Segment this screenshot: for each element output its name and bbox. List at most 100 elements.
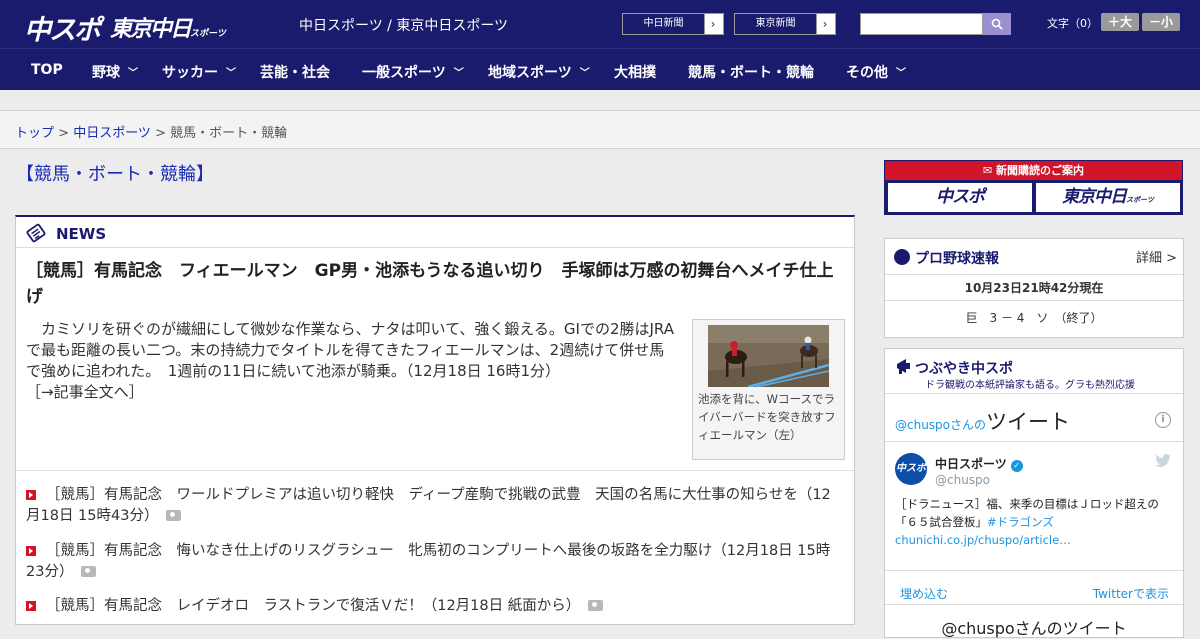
play-bullet-icon bbox=[26, 546, 36, 556]
nav-item-label: 一般スポーツ bbox=[362, 65, 446, 81]
chevron-down-icon: ﹀ bbox=[896, 68, 906, 79]
twitter-bird-icon[interactable] bbox=[1155, 454, 1171, 468]
tweets-subtitle: ドラ観戦の本紙評論家も語る。グラも熱烈応援 bbox=[925, 380, 1135, 391]
photo-caption: 池添を背に、Wコースでライバーバードを突き放すフィエールマン（左） bbox=[698, 392, 836, 442]
info-icon[interactable]: i bbox=[1155, 412, 1171, 428]
nav-item-label: 芸能・社会 bbox=[260, 65, 330, 81]
font-smaller-button[interactable]: －小 bbox=[1142, 13, 1180, 31]
view-on-twitter-link[interactable]: Twitterで表示 bbox=[1093, 585, 1169, 602]
tweets-heading-handle: @chuspoさんの bbox=[895, 418, 987, 432]
divider bbox=[885, 300, 1183, 301]
megaphone-icon bbox=[897, 359, 910, 374]
newspaper-icon bbox=[26, 223, 46, 243]
play-bullet-icon bbox=[26, 490, 36, 500]
pro-baseball-widget: プロ野球速報 詳細 > 10月23日21時42分現在 巨 3 － 4 ソ （終了… bbox=[884, 238, 1184, 338]
horse-racing-photo[interactable] bbox=[708, 325, 829, 387]
nav-item-label: 大相撲 bbox=[614, 65, 656, 81]
nav-item-soccer[interactable]: サッカー ﹀ bbox=[162, 62, 236, 82]
pro-baseball-title: プロ野球速報 bbox=[915, 251, 999, 267]
nav-item-label: サッカー bbox=[162, 65, 218, 81]
top-header: 中スポ 東京中日スポーツ 中日スポーツ / 東京中日スポーツ 中日新聞 › 東京… bbox=[0, 0, 1200, 48]
breadcrumb: トップ > 中日スポーツ > 競馬・ボート・競輪 bbox=[15, 122, 287, 141]
news-item-time: （12月18日 紙面から） bbox=[422, 598, 581, 614]
search-icon bbox=[991, 18, 1003, 30]
nav-item-top[interactable]: TOP bbox=[31, 62, 63, 78]
chevron-down-icon: ﹀ bbox=[579, 68, 590, 79]
divider bbox=[16, 470, 854, 471]
nav-item-label: その他 bbox=[846, 65, 888, 81]
font-size-label: 文字（0） bbox=[1047, 17, 1098, 30]
search-input[interactable] bbox=[860, 13, 983, 35]
nav-item-other[interactable]: その他 ﹀ bbox=[846, 62, 906, 82]
chunichi-shimbun-link[interactable]: 中日新聞 › bbox=[622, 13, 724, 35]
tweet-author-name[interactable]: 中日スポーツ ✓ bbox=[935, 455, 1023, 472]
newspaper-icon: ✉ bbox=[982, 164, 997, 177]
nav-item-baseball[interactable]: 野球 ﹀ bbox=[92, 62, 138, 82]
tweet-article-link[interactable]: chunichi.co.jp/chuspo/article… bbox=[895, 533, 1071, 547]
tweets-footer-link[interactable]: @chuspoさんのツイート bbox=[885, 615, 1183, 639]
tweets-heading-label: ツイート bbox=[986, 410, 1071, 434]
tweet-hashtag-link[interactable]: #ドラゴンズ bbox=[987, 515, 1054, 529]
avatar[interactable]: 中スポ bbox=[895, 453, 927, 485]
breadcrumb-separator: > bbox=[150, 126, 171, 141]
divider bbox=[885, 441, 1183, 442]
chuspo-logo[interactable]: 中スポ bbox=[24, 8, 101, 47]
search-button[interactable] bbox=[983, 13, 1011, 35]
nav-item-entertainment[interactable]: 芸能・社会 bbox=[260, 62, 330, 82]
lead-paragraph: カミソリを研ぐのが繊細にして微妙な作業なら、ナタは叩いて、強く鍛える。GIでの2… bbox=[26, 319, 678, 403]
tweets-heading[interactable]: @chuspoさんのツイート bbox=[895, 406, 1070, 436]
font-bigger-button[interactable]: ＋大 bbox=[1101, 13, 1139, 31]
breadcrumb-top-link[interactable]: トップ bbox=[15, 126, 54, 141]
photo-box: 池添を背に、Wコースでライバーバードを突き放すフィエールマン（左） bbox=[692, 319, 845, 460]
nav-item-general-sports[interactable]: 一般スポーツ ﹀ bbox=[362, 62, 464, 82]
news-label: NEWS bbox=[56, 225, 107, 243]
tweet-author-handle[interactable]: @chuspo bbox=[935, 473, 990, 487]
tokyo-chunichi-logo[interactable]: 東京中日スポーツ bbox=[110, 11, 226, 43]
camera-icon bbox=[166, 510, 182, 521]
chevron-down-icon: ﹀ bbox=[226, 68, 236, 79]
tweets-widget: つぶやき中スポ ドラ観戦の本紙評論家も語る。グラも熱烈応援 @chuspoさんの… bbox=[884, 348, 1184, 638]
nav-item-label: 野球 bbox=[92, 65, 120, 81]
chuspo-subscribe-logo: 中スポ bbox=[888, 183, 1032, 212]
subscription-banner-title: ✉ 新聞購読のご案内 bbox=[885, 161, 1182, 180]
news-header: NEWS bbox=[16, 217, 854, 248]
breadcrumb-bar: トップ > 中日スポーツ > 競馬・ボート・競輪 bbox=[0, 111, 1200, 149]
headline-link[interactable]: ［競馬］有馬記念 フィエールマン GP男・池添もうなる追い切り 手塚師は万感の初… bbox=[26, 258, 848, 310]
nav-item-label: 地域スポーツ bbox=[488, 65, 572, 81]
nav-item-label: 競馬・ボート・競輪 bbox=[688, 65, 814, 81]
main-nav: TOP 野球 ﹀ サッカー ﹀ 芸能・社会 一般スポーツ ﹀ 地域スポーツ ﹀ 大相撲 … bbox=[0, 48, 1200, 90]
tokyo-chunichi-subscribe-logo: 東京中日スポーツ bbox=[1036, 183, 1180, 212]
play-bullet-icon bbox=[26, 601, 36, 611]
subscription-banner[interactable]: ✉ 新聞購読のご案内 中スポ 東京中日スポーツ bbox=[884, 160, 1183, 215]
nav-item-local-sports[interactable]: 地域スポーツ ﹀ bbox=[488, 62, 590, 82]
tokyo-logo-small: スポーツ bbox=[190, 29, 226, 39]
verified-icon: ✓ bbox=[1010, 460, 1023, 472]
pro-baseball-detail-link[interactable]: 詳細 > bbox=[1136, 247, 1177, 266]
news-item-title: ［競馬］有馬記念 悔いなき仕上げのリスグラシュー 牝馬初のコンプリートへ最後の坂… bbox=[46, 543, 713, 559]
tokyo-subscribe-small: スポーツ bbox=[1126, 196, 1154, 204]
news-list-item[interactable]: ［競馬］有馬記念 悔いなき仕上げのリスグラシュー 牝馬初のコンプリートへ最後の坂… bbox=[26, 541, 841, 583]
camera-icon bbox=[588, 600, 604, 611]
lead-text: カミソリを研ぐのが繊細にして微妙な作業なら、ナタは叩いて、強く鍛える。GIでの2… bbox=[26, 320, 674, 380]
news-list-item[interactable]: ［競馬］有馬記念 ワールドプレミアは追い切り軽快 ディープ産駒で挑戦の武豊 天国… bbox=[26, 485, 841, 527]
divider bbox=[885, 274, 1183, 275]
breadcrumb-chuspo-link[interactable]: 中日スポーツ bbox=[73, 126, 151, 141]
tweets-title: つぶやき中スポ bbox=[915, 361, 1013, 377]
tokyo-subscribe-text: 東京中日 bbox=[1062, 187, 1127, 207]
site-title[interactable]: 中日スポーツ / 東京中日スポーツ bbox=[299, 15, 508, 35]
tweet-text: ［ドラニュース］福、来季の目標はＪロッド超えの「６５試合登板」#ドラゴンズ ch… bbox=[895, 495, 1175, 549]
breadcrumb-current: 競馬・ボート・競輪 bbox=[170, 126, 288, 141]
news-list-item[interactable]: ［競馬］有馬記念 レイデオロ ラストランで復活Ｖだ！（12月18日 紙面から） bbox=[26, 596, 841, 617]
game-score[interactable]: 巨 3 － 4 ソ （終了） bbox=[885, 309, 1183, 326]
chevron-down-icon: ﹀ bbox=[453, 68, 464, 79]
nav-item-sumo[interactable]: 大相撲 bbox=[614, 62, 656, 82]
embed-link[interactable]: 埋め込む bbox=[900, 585, 948, 602]
news-item-title: ［競馬］有馬記念 ワールドプレミアは追い切り軽快 ディープ産駒で挑戦の武豊 天国… bbox=[46, 487, 798, 503]
read-more-link[interactable]: ［→記事全文へ］ bbox=[26, 383, 144, 401]
tokyo-shimbun-link[interactable]: 東京新聞 › bbox=[734, 13, 836, 35]
chevron-right-icon: › bbox=[822, 17, 828, 31]
chevron-right-icon: › bbox=[710, 17, 716, 31]
nav-item-racing[interactable]: 競馬・ボート・競輪 bbox=[688, 62, 814, 82]
news-item-title: ［競馬］有馬記念 レイデオロ ラストランで復活Ｖだ！ bbox=[46, 598, 423, 614]
sub-nav-bar bbox=[0, 90, 1200, 111]
